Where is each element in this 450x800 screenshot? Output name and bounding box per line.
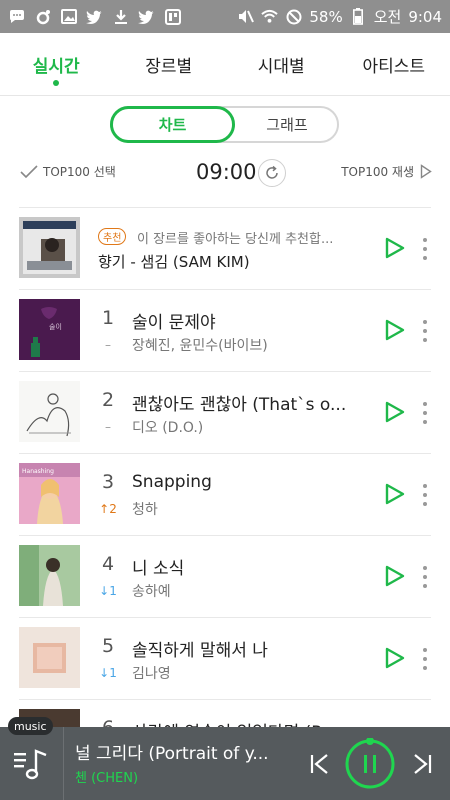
album-art: Hanashing xyxy=(19,463,80,524)
play-icon[interactable] xyxy=(385,401,405,423)
rank-number: 5 xyxy=(101,635,115,657)
rank-number: 4 xyxy=(101,553,115,575)
twitter-icon xyxy=(138,8,155,25)
rank-change: – xyxy=(105,420,111,434)
wifi-icon xyxy=(261,8,279,25)
tab-artist[interactable]: 아티스트 xyxy=(338,33,450,95)
battery-icon xyxy=(350,8,367,25)
toggle-chart-option[interactable]: 차트 xyxy=(110,106,235,143)
image-icon xyxy=(60,8,77,25)
chart-row[interactable]: 2 – 괜찮아도 괜찮아 (That`s o... 디오 (D.O.) xyxy=(19,371,431,453)
recommend-text: 이 장르를 좋아하는 당신께 추천합... xyxy=(137,232,334,247)
music-tag: music xyxy=(8,717,53,735)
chart-row[interactable]: Hanashing 3 ↑2 Snapping 청하 xyxy=(19,453,431,535)
svg-text:술이: 술이 xyxy=(49,322,62,331)
more-options-icon[interactable] xyxy=(421,402,429,424)
chart-time: 09:00 xyxy=(196,160,257,184)
recommend-row[interactable]: 추천 이 장르를 좋아하는 당신께 추천합... 향기 - 샘김 (SAM KI… xyxy=(19,207,431,289)
play-outline-icon xyxy=(420,164,432,179)
play-icon[interactable] xyxy=(385,319,405,341)
more-options-icon[interactable] xyxy=(421,566,429,588)
song-title: 니 소식 xyxy=(132,559,185,579)
pause-button-icon[interactable] xyxy=(344,738,396,790)
top100-select-button[interactable]: TOP100 선택 xyxy=(20,163,116,180)
refresh-button[interactable] xyxy=(258,159,286,187)
player-divider xyxy=(63,727,64,800)
more-options-icon[interactable] xyxy=(421,648,429,670)
album-art xyxy=(19,217,80,278)
rank-number: 3 xyxy=(101,471,115,493)
tab-era[interactable]: 시대별 xyxy=(225,33,338,95)
rank-change: ↑2 xyxy=(99,502,117,516)
system-status: 58% 오전 9:04 xyxy=(237,6,442,27)
rank-change: ↓1 xyxy=(99,584,117,598)
previous-track-icon[interactable] xyxy=(310,753,330,775)
chat-icon xyxy=(8,8,25,25)
play-icon[interactable] xyxy=(385,647,405,669)
tab-label: 아티스트 xyxy=(362,56,426,77)
play-icon[interactable] xyxy=(385,565,405,587)
chart-controls: TOP100 선택 09:00 TOP100 재생 xyxy=(0,155,450,195)
album-art xyxy=(19,381,80,442)
chart-row[interactable]: 술이 1 – 술이 문제야 장혜진, 윤민수(바이브) xyxy=(19,289,431,371)
more-options-icon[interactable] xyxy=(421,320,429,342)
rank-change: ↓1 xyxy=(99,666,117,680)
clock-ampm: 오전 xyxy=(373,8,402,26)
song-title: 술이 문제야 xyxy=(132,313,216,333)
toggle-graph-option[interactable]: 그래프 xyxy=(237,108,337,141)
play-icon[interactable] xyxy=(385,237,405,259)
more-options-icon[interactable] xyxy=(421,484,429,506)
view-toggle: 차트 그래프 xyxy=(110,106,339,143)
now-playing-title[interactable]: 널 그리다 (Portrait of y... xyxy=(75,739,295,764)
twitter-icon xyxy=(86,8,103,25)
song-artist: 장혜진, 윤민수(바이브) xyxy=(132,338,268,354)
clock-time: 9:04 xyxy=(408,7,442,26)
notification-icons xyxy=(8,8,181,25)
top100-select-label: TOP100 선택 xyxy=(43,165,116,179)
next-track-icon[interactable] xyxy=(412,753,432,775)
song-title: Snapping xyxy=(132,472,212,492)
album-art xyxy=(19,545,80,606)
refresh-icon xyxy=(266,165,278,179)
song-artist: 청하 xyxy=(132,502,158,518)
download-icon xyxy=(112,8,129,25)
playlist-music-icon[interactable] xyxy=(12,743,52,783)
no-signal-icon xyxy=(285,8,302,25)
more-options-icon[interactable] xyxy=(421,238,429,260)
song-artist: 김나영 xyxy=(132,666,171,682)
rank-change: – xyxy=(105,338,111,352)
circle-icon xyxy=(34,8,51,25)
app-icon xyxy=(164,8,181,25)
rank-number: 1 xyxy=(101,307,115,329)
chart-row[interactable]: 4 ↓1 니 소식 송하예 xyxy=(19,535,431,617)
song-artist: 디오 (D.O.) xyxy=(132,420,204,436)
album-art: 술이 xyxy=(19,299,80,360)
song-title: 괜찮아도 괜찮아 (That`s o... xyxy=(132,395,347,415)
top100-play-button[interactable]: TOP100 재생 xyxy=(341,163,432,180)
now-playing-artist: 첸 (CHEN) xyxy=(75,771,139,786)
svg-text:Hanashing: Hanashing xyxy=(22,468,54,475)
top100-play-label: TOP100 재생 xyxy=(341,165,414,179)
check-icon xyxy=(20,164,38,178)
tab-label: 시대별 xyxy=(257,56,305,77)
tab-realtime[interactable]: 실시간 xyxy=(0,33,113,95)
mini-player: 널 그리다 (Portrait of y... 첸 (CHEN) xyxy=(0,727,450,800)
tab-label: 장르별 xyxy=(145,56,193,77)
active-tab-indicator xyxy=(53,80,60,86)
tab-label: 실시간 xyxy=(32,56,80,77)
rank-number: 2 xyxy=(101,389,115,411)
recommend-song: 향기 - 샘김 (SAM KIM) xyxy=(98,253,250,271)
recommend-badge: 추천 xyxy=(98,228,127,245)
chart-category-tabs: 실시간 장르별 시대별 아티스트 xyxy=(0,33,450,96)
play-icon[interactable] xyxy=(385,483,405,505)
battery-percent: 58% xyxy=(309,7,343,26)
song-title: 솔직하게 말해서 나 xyxy=(132,641,268,661)
status-bar: 58% 오전 9:04 xyxy=(0,0,450,33)
album-art xyxy=(19,627,80,688)
mute-icon xyxy=(237,8,255,25)
tab-genre[interactable]: 장르별 xyxy=(113,33,226,95)
song-artist: 송하예 xyxy=(132,584,171,600)
chart-list: 추천 이 장르를 좋아하는 당신께 추천합... 향기 - 샘김 (SAM KI… xyxy=(0,207,450,781)
chart-row[interactable]: 5 ↓1 솔직하게 말해서 나 김나영 xyxy=(19,617,431,699)
